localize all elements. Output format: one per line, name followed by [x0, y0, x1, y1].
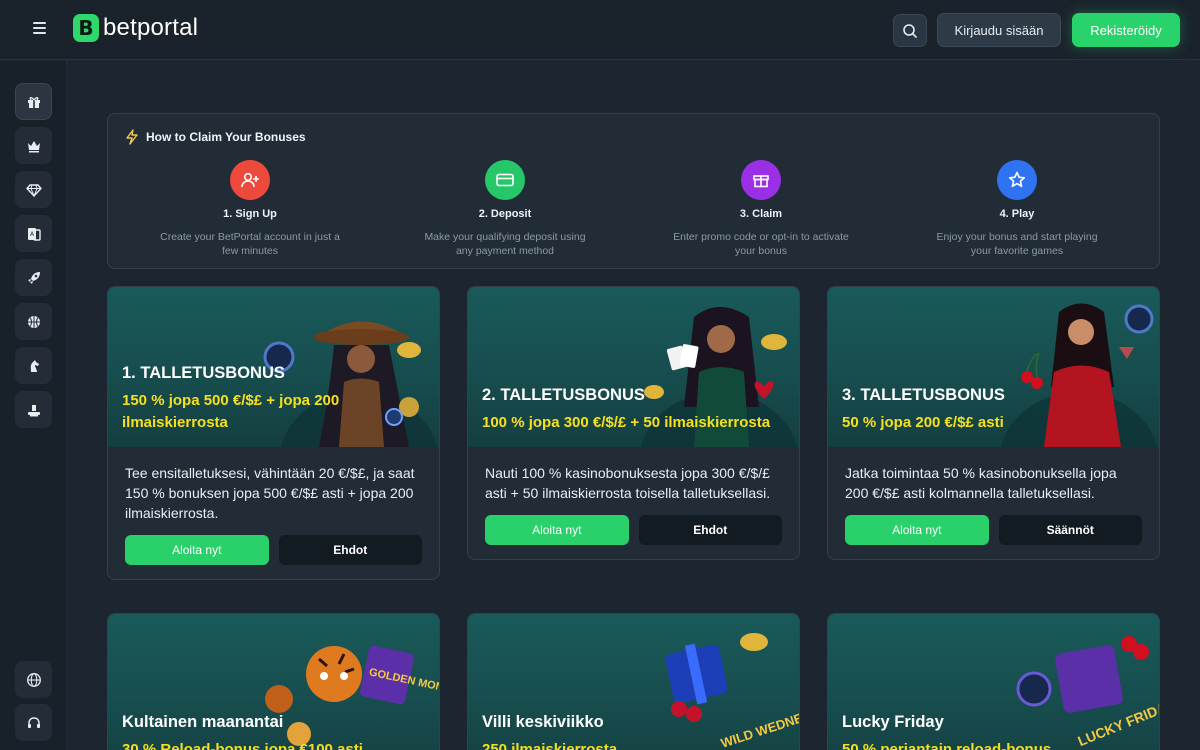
globe-icon [26, 672, 41, 687]
how-to-claim-panel: How to Claim Your Bonuses 1. Sign Up Cre… [107, 113, 1160, 269]
bonus-description: Tee ensitalletuksesi, vähintään 20 €/$£,… [125, 465, 415, 521]
bonus-card-body: Jatka toimintaa 50 % kasinobonuksella jo… [828, 447, 1159, 559]
promo-card-lucky-friday: LUCKY FRIDAY Lucky Friday 50 % perjantai… [827, 613, 1160, 750]
hamburger-menu-icon[interactable] [28, 19, 52, 41]
top-header: B betportal Kirjaudu sisään Rekisteröidy [0, 0, 1200, 60]
basketball-icon [27, 315, 40, 328]
terms-button[interactable]: Ehdot [638, 515, 782, 545]
start-now-button[interactable]: Aloita nyt [485, 515, 629, 545]
lightning-icon [126, 129, 138, 145]
step-description: Enter promo code or opt-in to activate y… [673, 231, 849, 257]
promo-title: Kultainen maanantai [122, 713, 284, 731]
sidebar-item-vip[interactable] [15, 127, 52, 164]
sidebar-item-racing[interactable] [15, 347, 52, 384]
terms-button[interactable]: Ehdot [278, 535, 422, 565]
promo-subtitle: 30 % Reload-bonus jopa €100 asti [122, 741, 363, 750]
step-circle [997, 160, 1037, 200]
poker-table-icon [27, 404, 40, 416]
bonus-actions: Aloita nyt Ehdot [485, 515, 782, 545]
cards-icon: A [27, 227, 41, 241]
sidebar-item-casino[interactable] [15, 171, 52, 208]
bonus-card-2: 2. TALLETUSBONUS 100 % jopa 300 €/$/£ + … [467, 286, 800, 560]
step-claim: 3. Claim Enter promo code or opt-in to a… [671, 160, 851, 258]
step-circle [485, 160, 525, 200]
promo-card-hero: WILD WEDNESDAY Villi keskiviikko 250 ilm… [468, 614, 799, 750]
bonus-card-body: Tee ensitalletuksesi, vähintään 20 €/$£,… [108, 447, 439, 579]
sidebar-item-language[interactable] [15, 661, 52, 698]
star-icon [1008, 171, 1026, 188]
user-plus-icon [241, 172, 259, 188]
bonus-card-hero: 1. TALLETUSBONUS 150 % jopa 500 €/$£ + j… [108, 287, 439, 447]
bonus-description: Jatka toimintaa 50 % kasinobonuksella jo… [845, 465, 1117, 501]
promo-card-hero: GOLDEN MONDAY Kultainen maanantai 30 % R… [108, 614, 439, 750]
gift-box-icon [753, 175, 769, 188]
step-deposit: 2. Deposit Make your qualifying deposit … [415, 160, 595, 258]
bonus-subtitle: 50 % jopa 200 €/$£ asti [842, 414, 1004, 431]
gift-box-promo-image: WILD WEDNESDAY [665, 633, 799, 750]
search-icon [903, 23, 917, 38]
start-now-button[interactable]: Aloita nyt [125, 535, 269, 565]
rules-button[interactable]: Säännöt [998, 515, 1142, 545]
brand-mark-icon: B [73, 14, 99, 42]
brand-logo[interactable]: B betportal [73, 14, 198, 42]
promo-card-golden-monday: GOLDEN MONDAY Kultainen maanantai 30 % R… [107, 613, 440, 750]
promo-title: Lucky Friday [842, 713, 944, 731]
step-description: Make your qualifying deposit using any p… [424, 231, 586, 257]
credit-card-icon [496, 173, 514, 187]
step-title: 1. Sign Up [223, 208, 277, 220]
bonus-subtitle: 100 % jopa 300 €/$/£ + 50 ilmaiskierrost… [482, 414, 771, 431]
diamond-icon [25, 183, 42, 197]
bonus-subtitle: 150 % jopa 500 €/$£ + jopa 200 ilmaiskie… [122, 392, 340, 431]
step-circle [741, 160, 781, 200]
step-title: 3. Claim [739, 208, 783, 220]
step-play: 4. Play Enjoy your bonus and start playi… [927, 160, 1107, 258]
sidebar: A [0, 61, 67, 750]
promo-card-hero: LUCKY FRIDAY Lucky Friday 50 % perjantai… [828, 614, 1159, 750]
bonus-actions: Aloita nyt Ehdot [125, 535, 422, 565]
sidebar-item-crash-games[interactable] [15, 259, 52, 296]
search-button[interactable] [893, 14, 927, 47]
bonus-actions: Aloita nyt Säännöt [845, 515, 1142, 545]
promo-subtitle: 50 % perjantain reload-bonus [842, 741, 1052, 750]
step-title: 4. Play [999, 208, 1035, 220]
step-description: Create your BetPortal account in just a … [160, 231, 340, 257]
gift-icon [27, 96, 40, 108]
bonus-description: Nauti 100 % kasinobonuksesta jopa 300 €/… [485, 465, 771, 501]
bonus-card-hero: 2. TALLETUSBONUS 100 % jopa 300 €/$/£ + … [468, 287, 799, 447]
bonus-title: 1. TALLETUSBONUS [122, 364, 285, 382]
crown-icon [27, 140, 40, 152]
promo-card-wild-wednesday: WILD WEDNESDAY Villi keskiviikko 250 ilm… [467, 613, 800, 750]
brand-name: betportal [103, 14, 199, 41]
bonus-title: 3. TALLETUSBONUS [842, 386, 1005, 404]
horse-icon [30, 359, 39, 372]
panel-title: How to Claim Your Bonuses [146, 130, 306, 144]
sidebar-item-live-casino[interactable] [15, 391, 52, 428]
step-sign-up: 1. Sign Up Create your BetPortal account… [160, 160, 340, 258]
sidebar-item-table-games[interactable]: A [15, 215, 52, 252]
bonus-card-3: 3. TALLETUSBONUS 50 % jopa 200 €/$£ asti… [827, 286, 1160, 560]
bonus-card-body: Nauti 100 % kasinobonuksesta jopa 300 €/… [468, 447, 799, 559]
bonus-card-hero: 3. TALLETUSBONUS 50 % jopa 200 €/$£ asti [828, 287, 1159, 447]
promo-title: Villi keskiviikko [482, 713, 604, 731]
sidebar-item-support[interactable] [15, 704, 52, 741]
promo-subtitle: 250 ilmaiskierrosta [482, 741, 618, 750]
register-button[interactable]: Rekisteröidy [1072, 13, 1180, 47]
step-title: 2. Deposit [478, 208, 532, 220]
rocket-icon [27, 271, 40, 284]
step-circle [230, 160, 270, 200]
step-description: Enjoy your bonus and start playing your … [936, 231, 1098, 257]
bonus-title: 2. TALLETUSBONUS [482, 386, 645, 404]
headset-icon [27, 716, 40, 728]
login-button[interactable]: Kirjaudu sisään [937, 13, 1061, 47]
calendar-promo-image: LUCKY FRIDAY [1016, 636, 1159, 749]
bonus-card-1: 1. TALLETUSBONUS 150 % jopa 500 €/$£ + j… [107, 286, 440, 580]
sidebar-item-sports[interactable] [15, 303, 52, 340]
sidebar-item-promotions[interactable] [15, 83, 52, 120]
start-now-button[interactable]: Aloita nyt [845, 515, 989, 545]
